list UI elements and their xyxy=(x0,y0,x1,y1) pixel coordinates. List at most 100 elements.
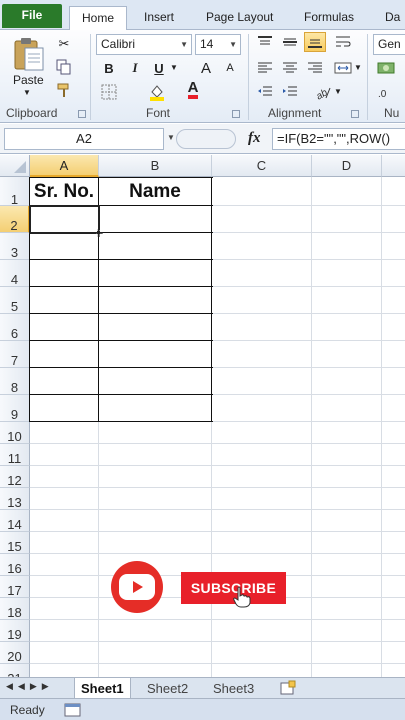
row-header-8[interactable]: 8 xyxy=(0,368,30,395)
table-border xyxy=(29,394,213,395)
wrap-text-icon[interactable] xyxy=(332,32,354,52)
tab-home[interactable]: Home xyxy=(69,6,127,31)
row-header-20[interactable]: 20 xyxy=(0,642,30,664)
row-header-6[interactable]: 6 xyxy=(0,314,30,341)
insert-function-icon[interactable]: fx xyxy=(248,130,261,147)
paste-dropdown-icon[interactable]: ▼ xyxy=(23,88,31,97)
column-header-b[interactable]: B xyxy=(99,155,212,177)
alignment-launcher-icon[interactable] xyxy=(351,110,359,118)
gridline xyxy=(30,663,405,664)
worksheet-grid[interactable]: A B C D 1 2 3 4 5 6 7 8 9 10 11 12 13 14… xyxy=(0,155,405,677)
formula-bar-splitter[interactable] xyxy=(176,129,236,149)
increase-indent-icon[interactable] xyxy=(279,82,301,102)
paste-icon[interactable] xyxy=(10,36,48,72)
column-header-d[interactable]: D xyxy=(312,155,382,177)
row-header-13[interactable]: 13 xyxy=(0,488,30,510)
sheet-nav-arrows-icon[interactable]: ◀◀▶▶ xyxy=(6,681,54,692)
row-header-21[interactable]: 21 xyxy=(0,664,30,677)
name-box-value: A2 xyxy=(76,131,92,146)
font-size-box[interactable]: 14 ▼ xyxy=(195,34,241,55)
select-all-button[interactable] xyxy=(0,155,30,177)
orientation-icon[interactable]: ab xyxy=(312,82,334,102)
row-header-17[interactable]: 17 xyxy=(0,576,30,598)
merge-dropdown-icon[interactable]: ▼ xyxy=(354,63,362,72)
tab-formulas[interactable]: Formulas xyxy=(304,6,354,30)
ribbon: Paste ▼ ✂ Clipboard Calibri ▼ 14 ▼ B I U ▼… xyxy=(0,30,405,123)
sheet-tab-sheet1[interactable]: Sheet1 xyxy=(74,678,131,699)
paste-label[interactable]: Paste xyxy=(13,73,44,87)
align-middle-icon[interactable] xyxy=(279,32,301,52)
underline-button[interactable]: U xyxy=(148,58,170,78)
align-bottom-icon[interactable] xyxy=(304,32,326,52)
font-color-icon[interactable]: A xyxy=(182,80,204,100)
tab-file[interactable]: File xyxy=(2,4,62,28)
percent-format-icon[interactable]: .0 xyxy=(375,82,397,102)
tab-data[interactable]: Da xyxy=(385,6,400,30)
table-border xyxy=(29,259,213,260)
row-header-2[interactable]: 2 xyxy=(0,206,30,233)
formula-input[interactable]: =IF(B2="","",ROW() xyxy=(272,128,405,150)
row-header-10[interactable]: 10 xyxy=(0,422,30,444)
row-header-4[interactable]: 4 xyxy=(0,260,30,287)
decrease-indent-icon[interactable] xyxy=(254,82,276,102)
column-header-c[interactable]: C xyxy=(212,155,312,177)
cell-a1[interactable]: Sr. No. xyxy=(30,179,98,205)
clipboard-launcher-icon[interactable] xyxy=(78,110,86,118)
italic-button[interactable]: I xyxy=(124,58,146,78)
row-header-3[interactable]: 3 xyxy=(0,233,30,260)
orientation-dropdown-icon[interactable]: ▼ xyxy=(334,87,342,96)
row-header-14[interactable]: 14 xyxy=(0,510,30,532)
borders-icon[interactable] xyxy=(98,82,120,102)
font-name-value: Calibri xyxy=(101,37,136,51)
cut-icon[interactable]: ✂ xyxy=(53,34,75,54)
underline-dropdown-icon[interactable]: ▼ xyxy=(170,63,178,72)
row-header-18[interactable]: 18 xyxy=(0,598,30,620)
align-right-icon[interactable] xyxy=(304,58,326,78)
accounting-format-icon[interactable] xyxy=(375,58,397,78)
format-painter-icon[interactable] xyxy=(53,80,75,100)
row-header-11[interactable]: 11 xyxy=(0,444,30,466)
sheet-tab-sheet2[interactable]: Sheet2 xyxy=(141,678,194,699)
insert-sheet-icon[interactable] xyxy=(279,680,297,699)
table-border xyxy=(29,340,213,341)
number-format-box[interactable]: Gen xyxy=(373,34,405,55)
merge-center-icon[interactable] xyxy=(332,58,354,78)
font-name-box[interactable]: Calibri ▼ xyxy=(96,34,192,55)
gridline xyxy=(30,531,405,532)
gridline xyxy=(30,465,405,466)
active-cell-a2[interactable] xyxy=(29,205,100,234)
youtube-logo-icon[interactable] xyxy=(111,561,163,613)
cell-b1[interactable]: Name xyxy=(99,179,211,205)
row-header-19[interactable]: 19 xyxy=(0,620,30,642)
fill-color-icon[interactable] xyxy=(146,82,168,102)
row-header-15[interactable]: 15 xyxy=(0,532,30,554)
column-header-e[interactable] xyxy=(382,155,405,177)
group-clipboard-label: Clipboard xyxy=(6,106,58,120)
tab-insert[interactable]: Insert xyxy=(144,6,174,30)
row-header-16[interactable]: 16 xyxy=(0,554,30,576)
grow-font-button[interactable]: A xyxy=(195,58,217,78)
separator xyxy=(367,34,368,120)
gridline xyxy=(30,443,405,444)
bold-button[interactable]: B xyxy=(98,58,120,78)
align-top-icon[interactable] xyxy=(254,32,276,52)
sheet-tab-sheet3[interactable]: Sheet3 xyxy=(207,678,260,699)
copy-icon[interactable] xyxy=(53,57,75,77)
row-header-9[interactable]: 9 xyxy=(0,395,30,422)
font-launcher-icon[interactable] xyxy=(232,110,240,118)
column-header-a[interactable]: A xyxy=(30,155,99,177)
row-header-5[interactable]: 5 xyxy=(0,287,30,314)
row-header-1[interactable]: 1 xyxy=(0,177,30,207)
align-left-icon[interactable] xyxy=(254,58,276,78)
macro-record-icon[interactable] xyxy=(64,702,82,720)
row-header-7[interactable]: 7 xyxy=(0,341,30,368)
gridline xyxy=(30,553,405,554)
shrink-font-button[interactable]: A xyxy=(219,58,241,78)
status-text: Ready xyxy=(10,703,45,717)
tab-page-layout[interactable]: Page Layout xyxy=(206,6,273,30)
name-box-dropdown-icon[interactable]: ▼ xyxy=(167,133,175,142)
formula-bar: A2 ▼ fx =IF(B2="","",ROW() xyxy=(0,124,405,154)
row-header-12[interactable]: 12 xyxy=(0,466,30,488)
name-box[interactable]: A2 xyxy=(4,128,164,150)
align-center-icon[interactable] xyxy=(279,58,301,78)
